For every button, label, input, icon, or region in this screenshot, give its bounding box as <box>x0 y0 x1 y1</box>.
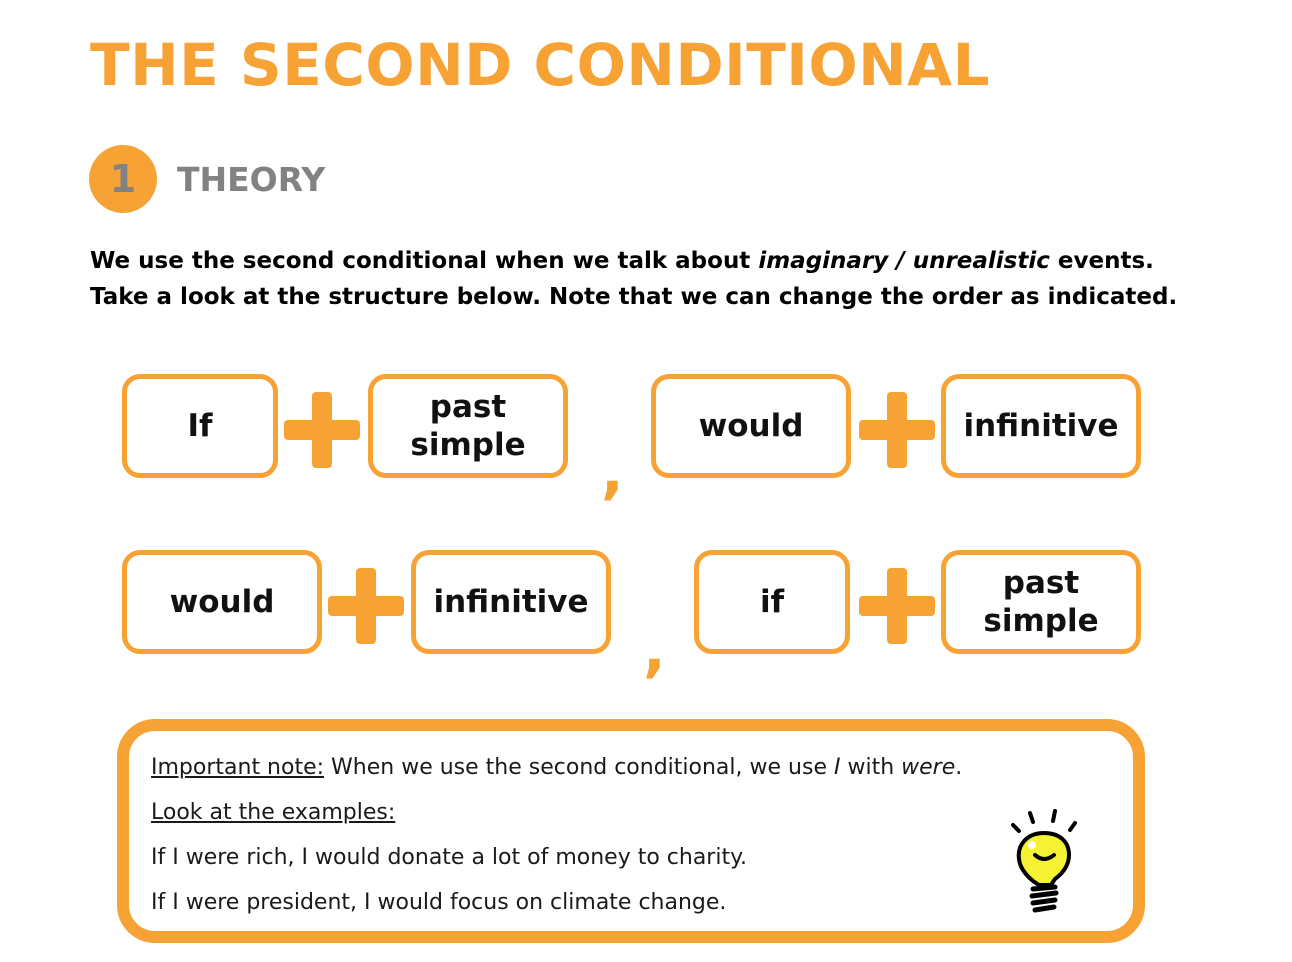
example-sentence: If I were rich, I would donate a lot of … <box>151 845 747 870</box>
plus-icon <box>284 392 360 468</box>
note-italic-were: were <box>901 755 956 780</box>
box-text: infinitive <box>963 408 1119 444</box>
intro-italic: imaginary / unrealistic <box>758 248 1050 274</box>
plus-icon <box>859 568 935 644</box>
box-text: simple <box>410 427 526 463</box>
example-sentence: If I were president, I would focus on cl… <box>151 890 727 915</box>
section-label: THEORY <box>177 159 326 199</box>
note-text: When we use the second conditional, we u… <box>324 755 834 780</box>
formula-box-would: would <box>122 550 322 654</box>
box-text: If <box>187 408 213 444</box>
formula-box-past-simple: past simple <box>368 374 568 478</box>
intro-paragraph: We use the second conditional when we ta… <box>90 243 1200 315</box>
box-text: if <box>759 584 785 620</box>
examples-heading: Look at the examples: <box>151 798 395 828</box>
page-title: THE SECOND CONDITIONAL <box>90 31 991 99</box>
box-text: would <box>169 584 275 620</box>
lightbulb-icon <box>1011 809 1077 913</box>
formula-box-would: would <box>651 374 851 478</box>
formula-row-2: would infinitive , if past simple <box>0 548 1292 680</box>
box-text: would <box>698 408 804 444</box>
plus-icon <box>328 568 404 644</box>
box-text: past <box>429 389 507 425</box>
formula-box-past-simple: past simple <box>941 550 1141 654</box>
note-text: . <box>955 755 963 780</box>
section-number-badge: 1 <box>89 145 157 213</box>
box-text: simple <box>983 603 1099 639</box>
intro-text-1: We use the second conditional when we ta… <box>90 248 759 274</box>
formula-box-if: If <box>122 374 278 478</box>
formula-row-1: If past simple , would infinitive <box>0 372 1292 502</box>
formula-box-infinitive: infinitive <box>411 550 611 654</box>
important-note: Important note: When we use the second c… <box>151 753 962 783</box>
formula-box-infinitive: infinitive <box>941 374 1141 478</box>
section-header: 1 THEORY <box>89 145 325 213</box>
note-text: with <box>840 755 902 780</box>
box-text: past <box>1002 565 1080 601</box>
note-heading: Important note: <box>151 755 325 780</box>
formula-box-if: if <box>694 550 850 654</box>
comma-separator: , <box>643 615 666 685</box>
important-note-box: Important note: When we use the second c… <box>117 719 1145 943</box>
comma-separator: , <box>601 437 624 507</box>
box-text: infinitive <box>433 584 589 620</box>
examples-heading-text: Look at the examples: <box>151 800 396 825</box>
plus-icon <box>859 392 935 468</box>
